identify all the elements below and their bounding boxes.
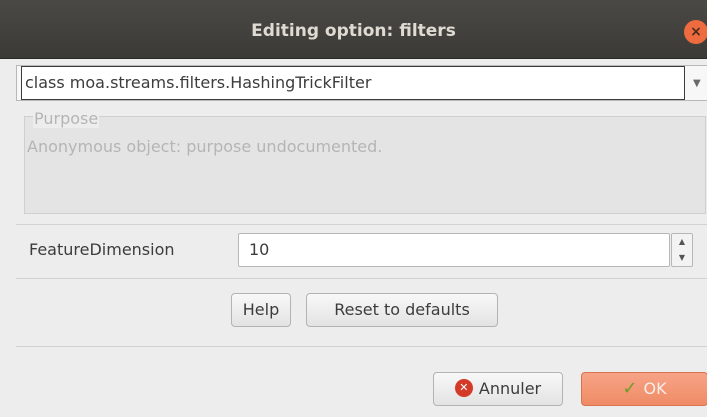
feature-dimension-stepper[interactable]: ▲ ▼ [671, 233, 693, 267]
help-button[interactable]: Help [231, 293, 291, 327]
spin-up-icon[interactable]: ▲ [672, 234, 692, 250]
purpose-legend: Purpose [33, 109, 100, 128]
divider [16, 224, 707, 225]
cancel-button-label: Annuler [478, 379, 542, 398]
window-title: Editing option: filters [251, 21, 456, 41]
feature-dimension-label: FeatureDimension [29, 240, 175, 259]
feature-dimension-input[interactable]: 10 [238, 233, 670, 267]
class-select[interactable]: class moa.streams.filters.HashingTrickFi… [16, 65, 707, 101]
divider [16, 278, 707, 279]
chevron-down-icon[interactable]: ▼ [693, 66, 701, 100]
divider [16, 346, 707, 347]
cancel-icon: ✕ [454, 378, 473, 397]
purpose-text: Anonymous object: purpose undocumented. [27, 137, 383, 156]
cancel-button[interactable]: ✕ Annuler [433, 372, 563, 406]
class-select-value[interactable]: class moa.streams.filters.HashingTrickFi… [21, 66, 685, 100]
ok-button[interactable]: ✓ OK [581, 372, 707, 406]
spin-down-icon[interactable]: ▼ [672, 250, 692, 266]
reset-defaults-button[interactable]: Reset to defaults [306, 293, 498, 327]
ok-button-label: OK [643, 379, 667, 398]
close-icon[interactable]: × [684, 20, 707, 44]
check-icon: ✓ [622, 377, 638, 399]
title-bar[interactable]: Editing option: filters × [0, 0, 707, 59]
purpose-group [24, 116, 706, 214]
